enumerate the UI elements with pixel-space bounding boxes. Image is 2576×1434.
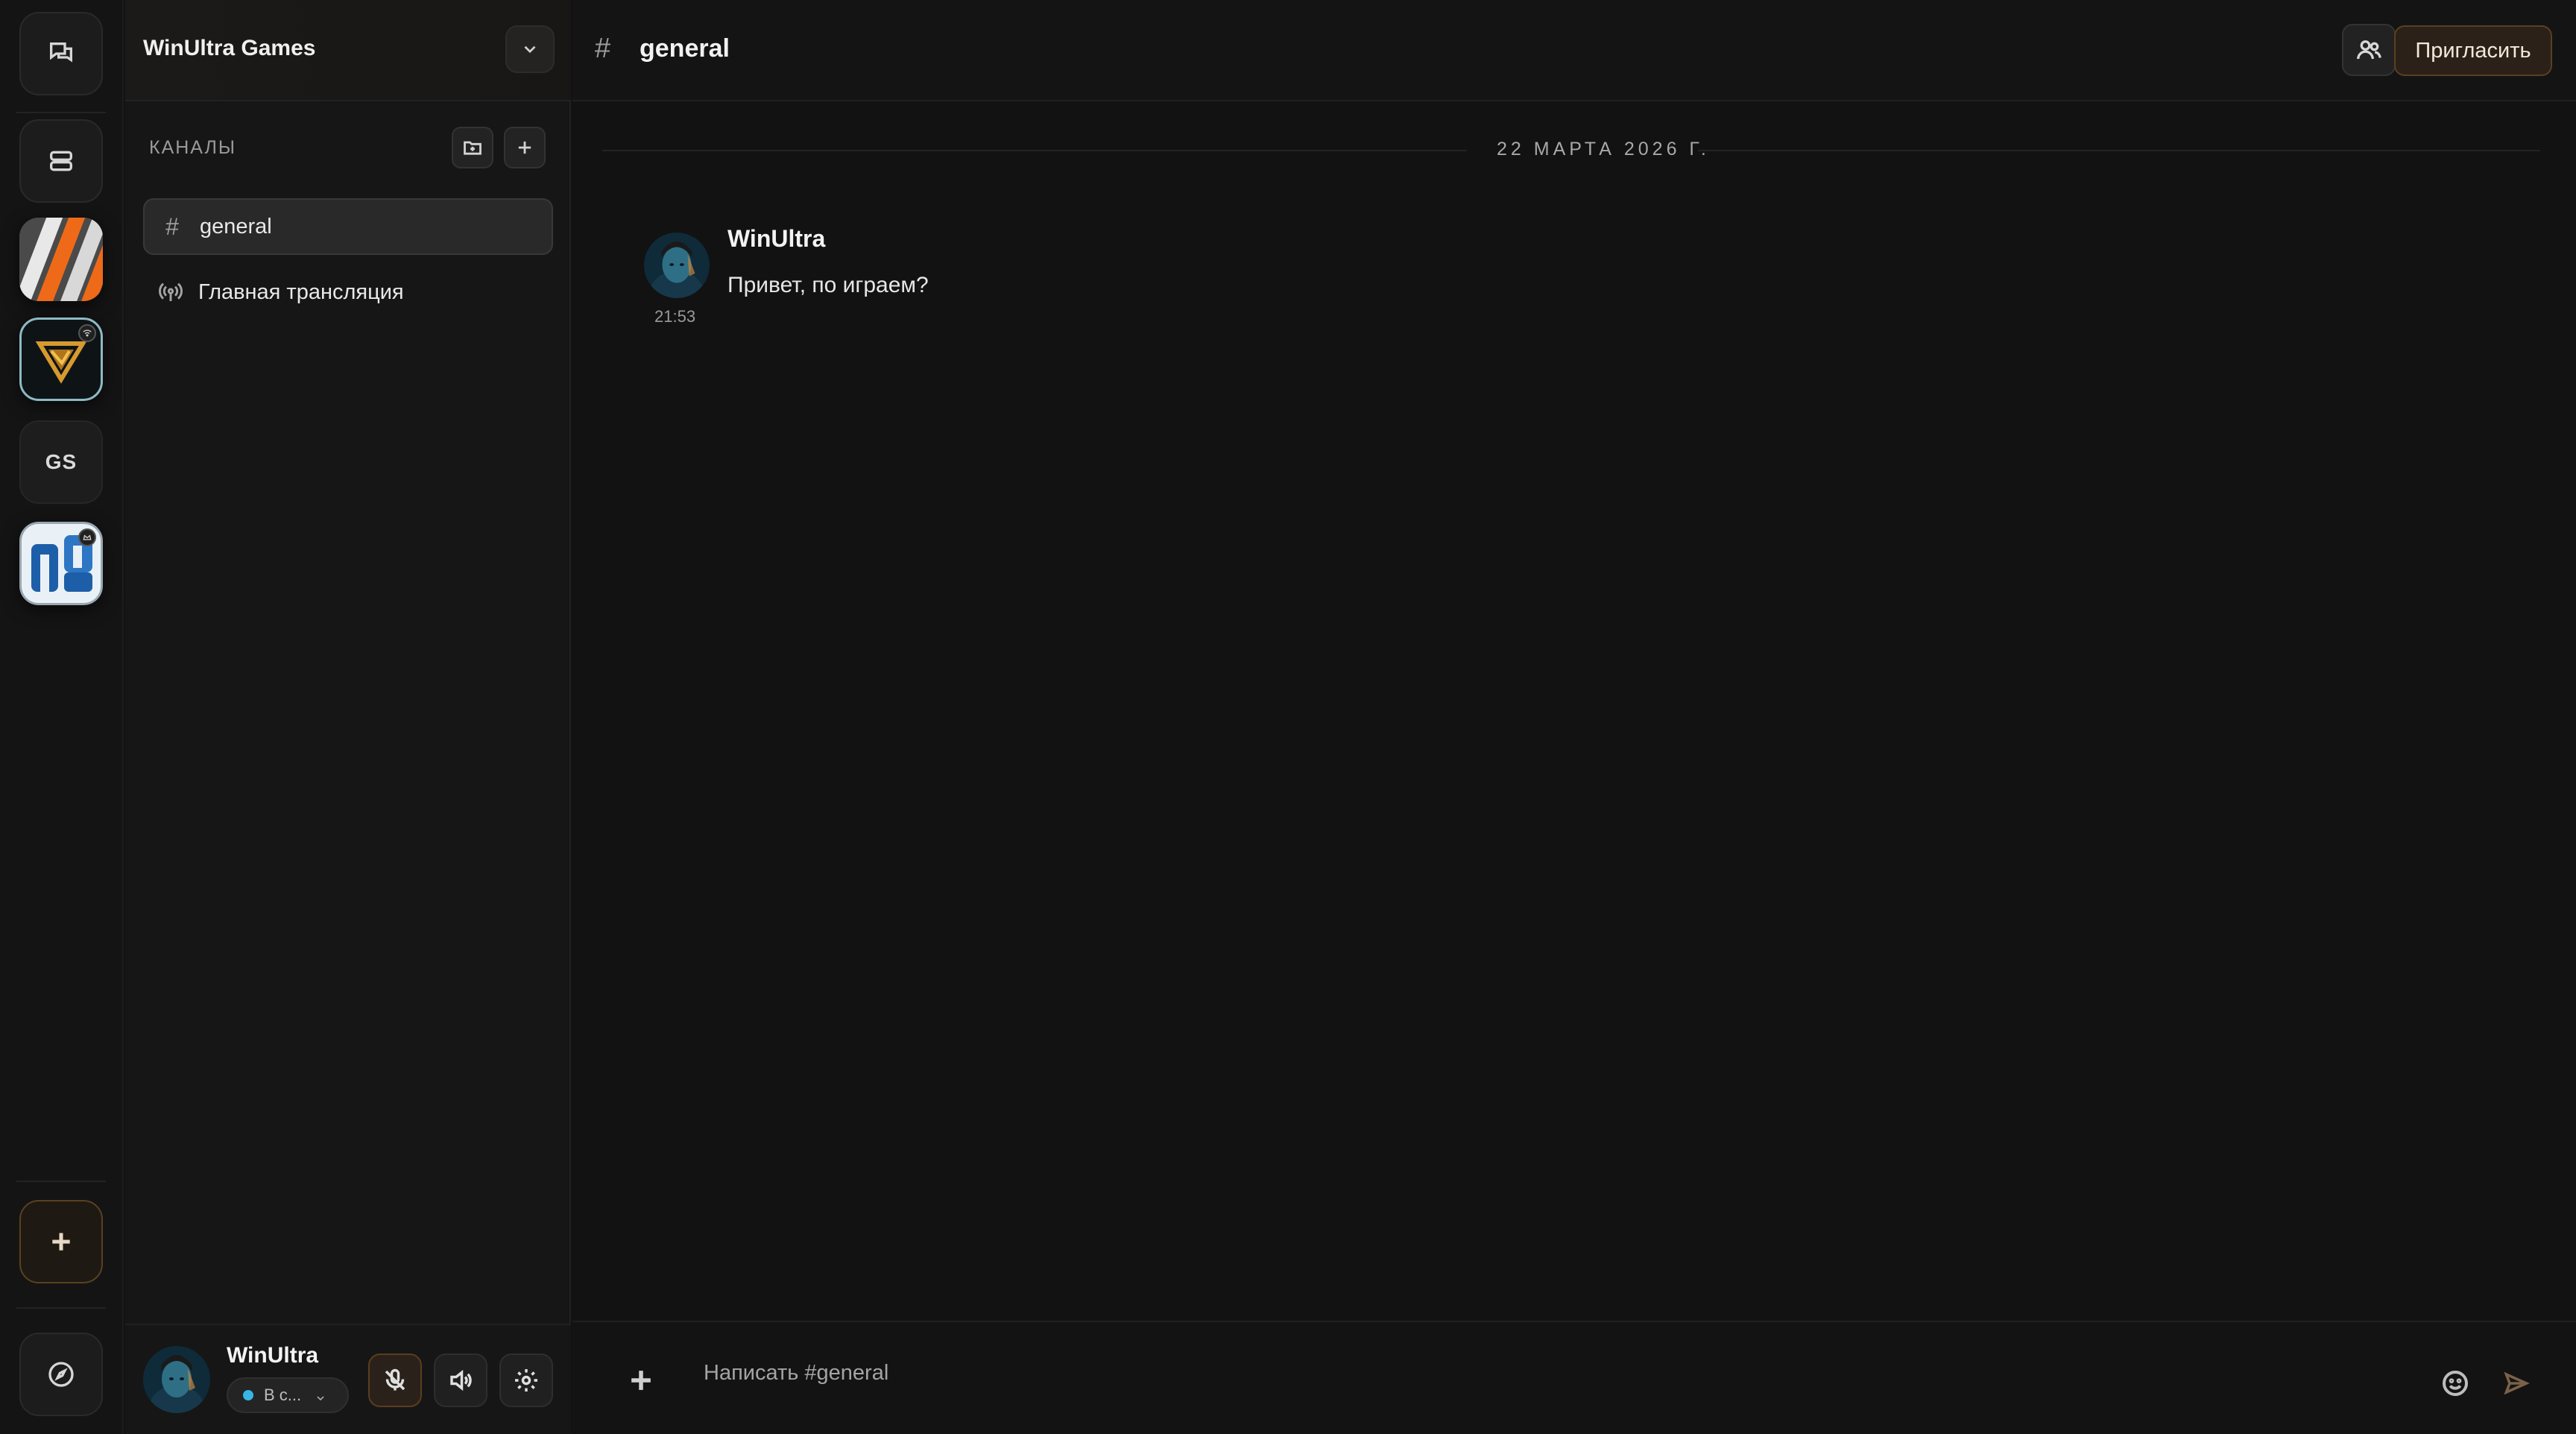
hash-icon: #: [165, 212, 179, 240]
server-rail: GS: [0, 0, 124, 1434]
direct-messages-button[interactable]: [19, 12, 103, 95]
send-button[interactable]: [2503, 1370, 2533, 1400]
compass-icon: [48, 1362, 74, 1387]
user-name: WinUltra: [227, 1343, 319, 1368]
mic-off-icon: [385, 1368, 405, 1391]
app-root: GS WinUltra Games КАНАЛЫ # general Главн…: [0, 0, 2576, 1434]
invite-button[interactable]: Пригласить: [2394, 25, 2552, 76]
chevron-down-icon: [315, 1389, 326, 1401]
channel-panel: WinUltra Games КАНАЛЫ # general Главная …: [125, 0, 571, 1434]
chat-icon: [50, 42, 72, 63]
speaker-icon: [450, 1369, 472, 1392]
discover-button[interactable]: [19, 1333, 103, 1416]
sound-toggle-button[interactable]: [434, 1354, 487, 1407]
date-separator: 22 МАРТА 2026 Г.: [602, 139, 2540, 161]
wifi-icon: [83, 329, 92, 337]
message-avatar[interactable]: [644, 233, 710, 298]
create-channel-button[interactable]: [504, 127, 546, 168]
servers-button[interactable]: [19, 119, 103, 203]
status-selector[interactable]: В с...: [227, 1377, 349, 1413]
attach-button[interactable]: [625, 1364, 657, 1397]
server-badge: [78, 324, 96, 342]
date-separator-label: 22 МАРТА 2026 Г.: [1497, 139, 1710, 159]
channel-item-label: Главная трансляция: [198, 279, 404, 304]
message-author[interactable]: WinUltra: [727, 225, 825, 253]
user-avatar[interactable]: [143, 1346, 210, 1413]
plus-icon: [52, 1233, 70, 1251]
server-orange-stripes[interactable]: [19, 218, 103, 301]
status-dot: [243, 1390, 253, 1400]
user-avatar-image: [143, 1346, 210, 1413]
server-orange-stripes-logo: [19, 218, 103, 301]
server-gs[interactable]: GS: [19, 420, 103, 504]
channels-section-label: КАНАЛЫ: [149, 137, 237, 158]
message-timestamp: 21:53: [654, 307, 696, 326]
server-gold-logo[interactable]: [19, 318, 103, 401]
message-input[interactable]: [704, 1356, 2194, 1389]
members-button[interactable]: [2342, 24, 2396, 76]
plus-icon: [518, 141, 531, 154]
send-icon: [2504, 1371, 2530, 1395]
broadcast-icon: [158, 279, 183, 305]
status-label: В с...: [264, 1386, 302, 1404]
server-name: WinUltra Games: [143, 36, 316, 60]
message-composer: [572, 1321, 2576, 1434]
chat-area: # general Пригласить 22 МАРТА 2026 Г. 21…: [572, 0, 2576, 1434]
smiley-icon: [2443, 1371, 2468, 1396]
server-gold-logo-mark: [35, 341, 87, 384]
server-header: WinUltra Games: [125, 0, 571, 101]
channel-item-general[interactable]: # general: [143, 198, 553, 255]
create-category-button[interactable]: [452, 127, 493, 168]
channel-title: general: [640, 34, 730, 63]
user-panel: WinUltra В с...: [125, 1324, 571, 1434]
rail-divider: [16, 1181, 106, 1182]
add-server-button[interactable]: [19, 1200, 103, 1283]
settings-button[interactable]: [499, 1354, 553, 1407]
plus-icon: [631, 1371, 651, 1390]
server-blue-logo[interactable]: [19, 522, 103, 605]
message-avatar-image: [644, 233, 710, 298]
rail-divider: [16, 112, 106, 113]
server-stack-icon: [50, 151, 72, 171]
crown-icon: [83, 534, 92, 540]
server-badge: [78, 528, 96, 546]
users-icon: [2357, 40, 2381, 60]
separator-line: [602, 150, 1467, 151]
emoji-button[interactable]: [2440, 1368, 2473, 1401]
channel-item-label: general: [200, 214, 272, 239]
server-gs-label: GS: [45, 450, 78, 473]
rail-divider: [16, 1307, 106, 1309]
folder-plus-icon: [464, 141, 482, 155]
gear-icon: [515, 1369, 537, 1392]
microphone-toggle-button[interactable]: [368, 1354, 422, 1407]
channel-item-broadcast[interactable]: Главная трансляция: [143, 264, 553, 320]
server-menu-button[interactable]: [505, 25, 555, 73]
hash-icon: #: [595, 33, 611, 64]
message-text: Привет, по играем?: [727, 273, 929, 297]
chevron-down-icon: [524, 45, 536, 54]
separator-line: [1698, 150, 2540, 151]
chat-header: # general Пригласить: [572, 0, 2576, 101]
